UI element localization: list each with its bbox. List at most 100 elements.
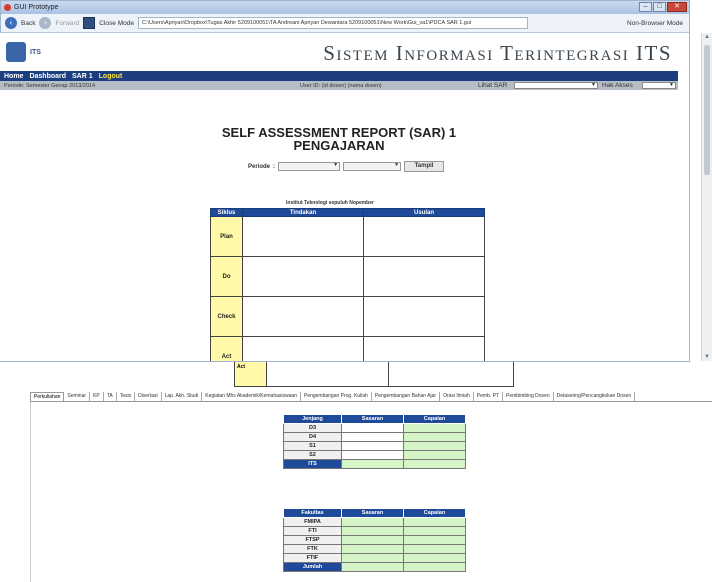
chevron-down-icon: ▼ <box>333 162 339 168</box>
close-mode-button[interactable]: Close Mode <box>99 20 134 27</box>
perkuliahan-panel: Jenjang Sasaran Capaian D3 D4 S1 S2 ITS … <box>30 402 712 582</box>
address-bar[interactable]: C:\Users\Apriyan\Dropbox\Tugas Akhir 520… <box>137 17 528 29</box>
user-id-text: User ID: (id dosen) (nama dosen) <box>300 82 382 89</box>
hak-akses-label: Hak Akses <box>602 82 633 89</box>
back-button[interactable]: Back <box>21 20 35 27</box>
periode-select-1[interactable]: ▼ <box>278 162 341 171</box>
sasaran-cell <box>341 517 404 527</box>
scroll-down-icon[interactable]: ▼ <box>704 354 710 360</box>
table-row: Plan <box>210 216 485 257</box>
usulan-cell[interactable] <box>363 256 485 297</box>
sasaran-input[interactable] <box>341 432 404 442</box>
vertical-scrollbar[interactable]: ▲ ▼ <box>701 33 712 361</box>
report-title-line2: PENGAJARAN <box>293 138 385 153</box>
institution-name: Institut Teknologi sepuluh Nopember <box>286 200 374 206</box>
table-row: Act <box>210 336 485 361</box>
tab-detasering[interactable]: Detasering/Pencangkokan Dosen <box>554 392 636 401</box>
tampil-button[interactable]: Tampil <box>404 161 445 172</box>
maximize-button[interactable]: □ <box>653 2 666 12</box>
tab-tesis[interactable]: Tesis <box>117 392 136 401</box>
lihat-sar-label: Lihat SAR <box>478 82 508 89</box>
close-mode-icon[interactable] <box>83 17 96 29</box>
nav-logout[interactable]: Logout <box>99 73 123 80</box>
back-arrow-icon[interactable]: ‹ <box>5 17 17 29</box>
col-usulan: Usulan <box>363 208 485 217</box>
jenjang-its: ITS <box>283 459 342 469</box>
window-title: GUI Prototype <box>14 4 59 11</box>
usulan-cell[interactable] <box>363 336 485 361</box>
tab-kegiatan-mhs[interactable]: Kegiatan Mhs Akademik/Kemahasiswaan <box>202 392 301 401</box>
col-sasaran: Sasaran <box>341 414 404 424</box>
usulan-cell[interactable] <box>363 296 485 337</box>
tab-kp[interactable]: KP <box>90 392 104 401</box>
pdca-overlap-strip: Act <box>234 362 514 387</box>
window-controls: – □ ✕ <box>639 2 687 12</box>
nav-dashboard[interactable]: Dashboard <box>29 73 66 80</box>
fakultas-ftk: FTK <box>283 544 342 554</box>
forward-button[interactable]: Forward <box>55 20 79 27</box>
scroll-up-icon[interactable]: ▲ <box>704 34 710 40</box>
non-browser-mode-button[interactable]: Non-Browser Mode <box>627 20 683 27</box>
forward-arrow-icon[interactable]: › <box>39 17 52 29</box>
table-row: D3 <box>283 423 466 433</box>
periode-row: Periode: ▼ ▼ Tampil <box>248 161 445 172</box>
jenjang-s2: S2 <box>283 450 342 460</box>
table-row: FTSP <box>283 535 466 545</box>
usulan-cell[interactable] <box>389 362 513 386</box>
cycle-act: Act <box>210 336 243 361</box>
usulan-cell[interactable] <box>363 216 485 257</box>
tindakan-cell[interactable] <box>242 336 364 361</box>
jenjang-s1: S1 <box>283 441 342 451</box>
scroll-thumb[interactable] <box>704 45 710 175</box>
col-fakultas: Fakultas <box>283 508 342 518</box>
logo-text: ITS <box>30 48 41 56</box>
close-button[interactable]: ✕ <box>667 2 687 12</box>
fakultas-fmipa: FMIPA <box>283 517 342 527</box>
info-bar: Periode: Semester Genap 2013/2014 User I… <box>0 81 678 90</box>
tab-pengembangan-bahan-ajar[interactable]: Pengembangan Bahan Ajar <box>372 392 441 401</box>
col-capaian: Capaian <box>403 414 466 424</box>
fakultas-header-row: Fakultas Sasaran Capaian <box>283 508 466 518</box>
tindakan-cell[interactable] <box>242 296 364 337</box>
sasaran-input[interactable] <box>341 441 404 451</box>
tab-lap-akh-studi[interactable]: Lap. Akh. Studi <box>162 392 203 401</box>
capaian-cell <box>403 517 466 527</box>
its-logo-icon <box>6 42 26 62</box>
capaian-cell <box>403 423 466 433</box>
table-row: FMIPA <box>283 517 466 527</box>
tab-orasi-ilmiah[interactable]: Orasi Ilmiah <box>440 392 474 401</box>
fakultas-table: Fakultas Sasaran Capaian FMIPA FTI FTSP … <box>283 508 466 572</box>
hak-akses-select[interactable]: ▼ <box>642 82 676 89</box>
cycle-do: Do <box>210 256 243 297</box>
tab-pembimbing-dosen[interactable]: Pembimbing Dosen <box>503 392 554 401</box>
nav-sar1[interactable]: SAR 1 <box>72 73 93 80</box>
table-row-total: Jumlah <box>283 562 466 572</box>
col-capaian: Capaian <box>403 508 466 518</box>
page-content: ITS Sistem Informasi Terintegrasi ITS Ho… <box>0 33 678 361</box>
tindakan-cell[interactable] <box>267 362 389 386</box>
sar-select[interactable]: ▼ <box>514 82 598 89</box>
tab-pengembangan-prog-kuliah[interactable]: Pengembangan Prog. Kuliah <box>301 392 372 401</box>
periode-select-2[interactable]: ▼ <box>343 162 402 171</box>
tab-pemb-pt[interactable]: Pemb. PT <box>474 392 503 401</box>
nav-home[interactable]: Home <box>4 73 23 80</box>
tindakan-cell[interactable] <box>242 256 364 297</box>
sasaran-cell <box>341 544 404 554</box>
capaian-cell <box>403 526 466 536</box>
fakultas-ftsp: FTSP <box>283 535 342 545</box>
tab-disertasi[interactable]: Disertasi <box>135 392 162 401</box>
jenjang-d4: D4 <box>283 432 342 442</box>
tab-perkuliahan[interactable]: Perkuliahan <box>30 392 65 401</box>
tindakan-cell[interactable] <box>242 216 364 257</box>
capaian-cell <box>403 441 466 451</box>
table-row: Check <box>210 296 485 337</box>
fakultas-ftif: FTIF <box>283 553 342 563</box>
pdca-header-row: Siklus Tindakan Usulan <box>210 208 485 217</box>
sasaran-input[interactable] <box>341 450 404 460</box>
tab-ta[interactable]: TA <box>104 392 117 401</box>
fakultas-jumlah: Jumlah <box>283 562 342 572</box>
tab-seminar[interactable]: Seminar <box>64 392 91 401</box>
minimize-button[interactable]: – <box>639 2 652 12</box>
sasaran-input[interactable] <box>341 423 404 433</box>
sasaran-total-cell <box>341 562 404 572</box>
